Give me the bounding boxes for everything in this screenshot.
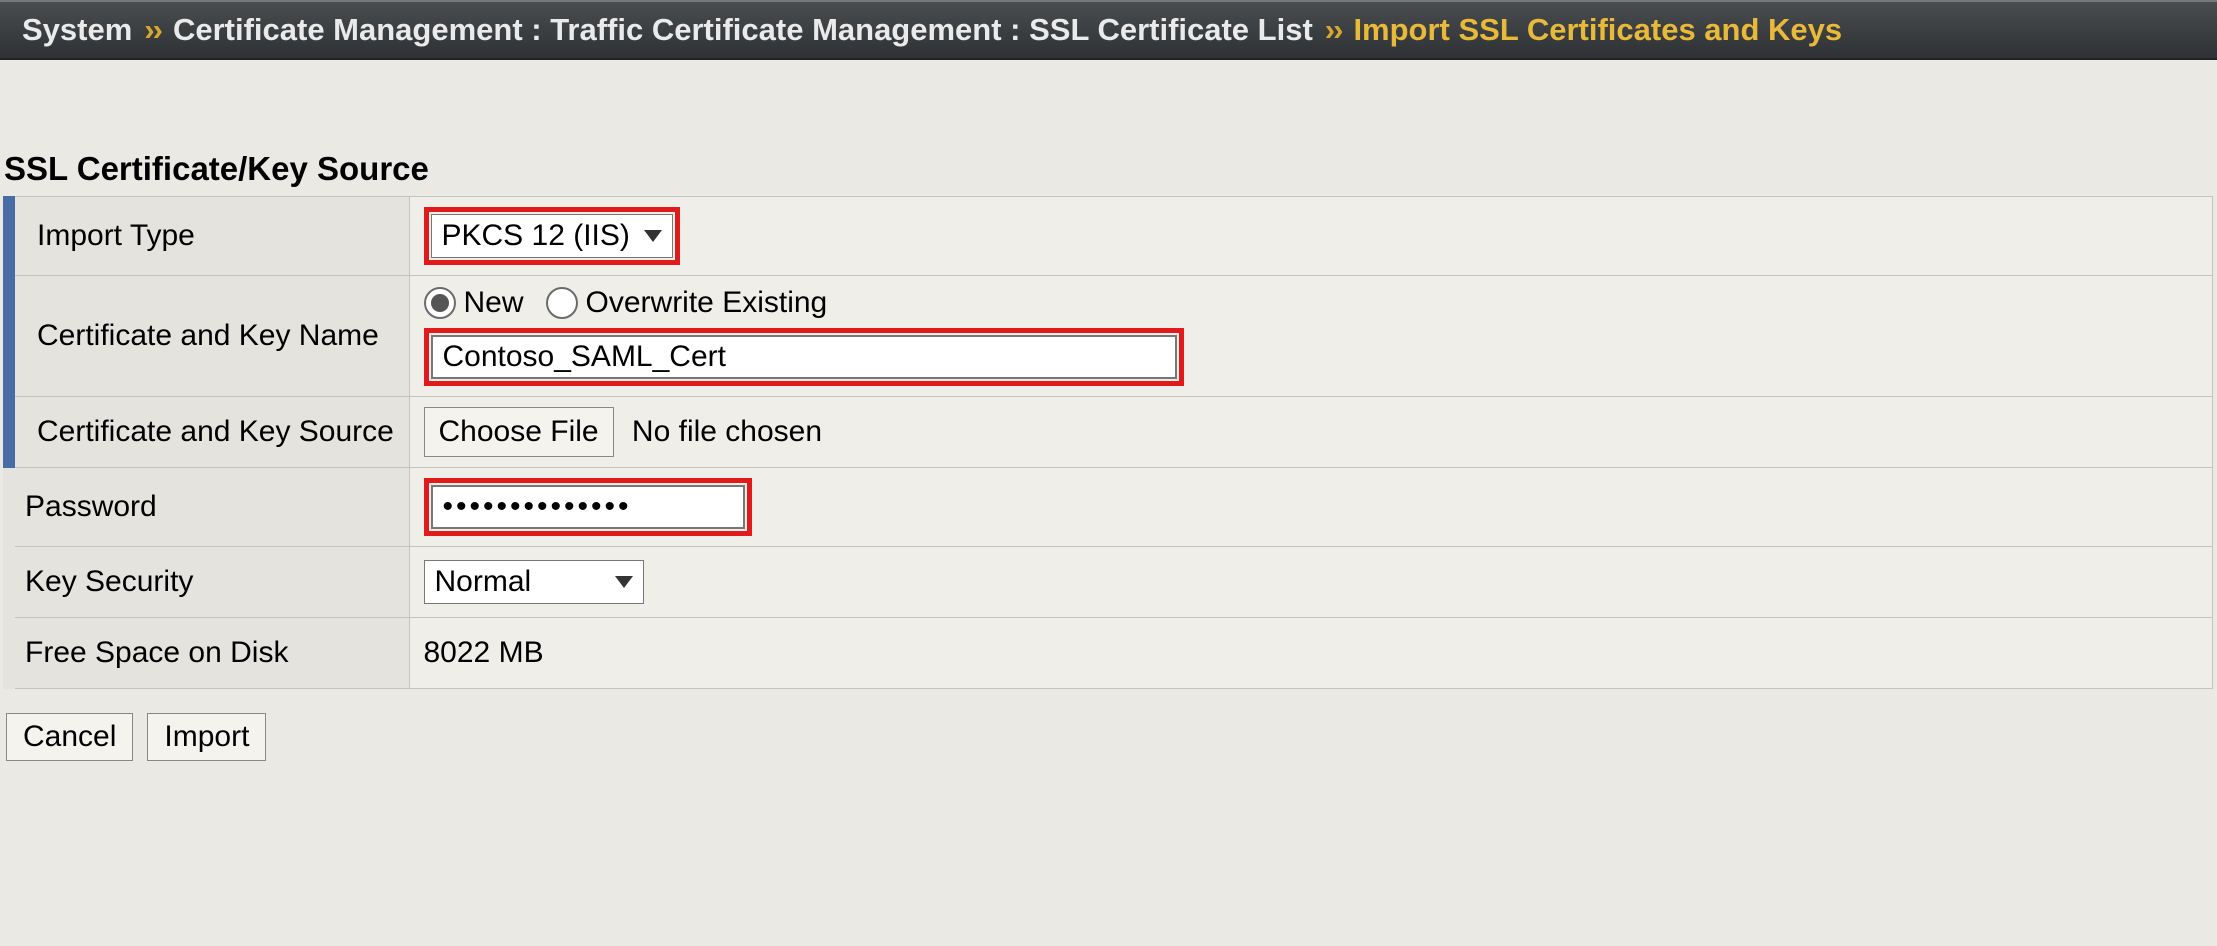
- key-security-value: Normal: [435, 565, 532, 599]
- breadcrumb-current: Import SSL Certificates and Keys: [1353, 12, 1842, 48]
- cancel-button[interactable]: Cancel: [6, 713, 133, 761]
- chevron-down-icon: [615, 576, 633, 588]
- key-security-select[interactable]: Normal: [424, 560, 644, 604]
- chevron-down-icon: [644, 230, 662, 242]
- breadcrumb-root[interactable]: System: [22, 12, 132, 48]
- file-chosen-status: No file chosen: [632, 415, 822, 448]
- import-type-value: PKCS 12 (IIS): [442, 219, 630, 253]
- highlight-cert-name: [424, 328, 1184, 386]
- import-button[interactable]: Import: [147, 713, 266, 761]
- ssl-source-form: Import Type PKCS 12 (IIS) Certificate an…: [3, 196, 2213, 689]
- cert-key-name-input[interactable]: [431, 335, 1177, 379]
- radio-new[interactable]: [424, 287, 456, 319]
- label-free-space: Free Space on Disk: [9, 618, 409, 689]
- breadcrumb: System ›› Certificate Management : Traff…: [0, 0, 2217, 60]
- label-cert-key-source: Certificate and Key Source: [9, 397, 409, 468]
- label-cert-key-name: Certificate and Key Name: [9, 276, 409, 397]
- highlight-password: [424, 478, 752, 536]
- highlight-import-type: PKCS 12 (IIS): [424, 207, 680, 265]
- label-password: Password: [9, 468, 409, 547]
- radio-overwrite-label: Overwrite Existing: [586, 286, 828, 320]
- import-type-select[interactable]: PKCS 12 (IIS): [431, 214, 673, 258]
- breadcrumb-separator-icon: ››: [144, 12, 161, 48]
- footer-buttons: Cancel Import: [0, 689, 2217, 761]
- breadcrumb-path[interactable]: Certificate Management : Traffic Certifi…: [173, 12, 1313, 48]
- free-space-value: 8022 MB: [424, 636, 544, 669]
- password-input[interactable]: [431, 485, 745, 529]
- section-title: SSL Certificate/Key Source: [0, 150, 2217, 196]
- radio-new-label: New: [464, 286, 524, 320]
- radio-overwrite[interactable]: [546, 287, 578, 319]
- choose-file-button[interactable]: Choose File: [424, 407, 614, 457]
- breadcrumb-separator-icon: ››: [1325, 12, 1342, 48]
- label-import-type: Import Type: [9, 197, 409, 276]
- label-key-security: Key Security: [9, 547, 409, 618]
